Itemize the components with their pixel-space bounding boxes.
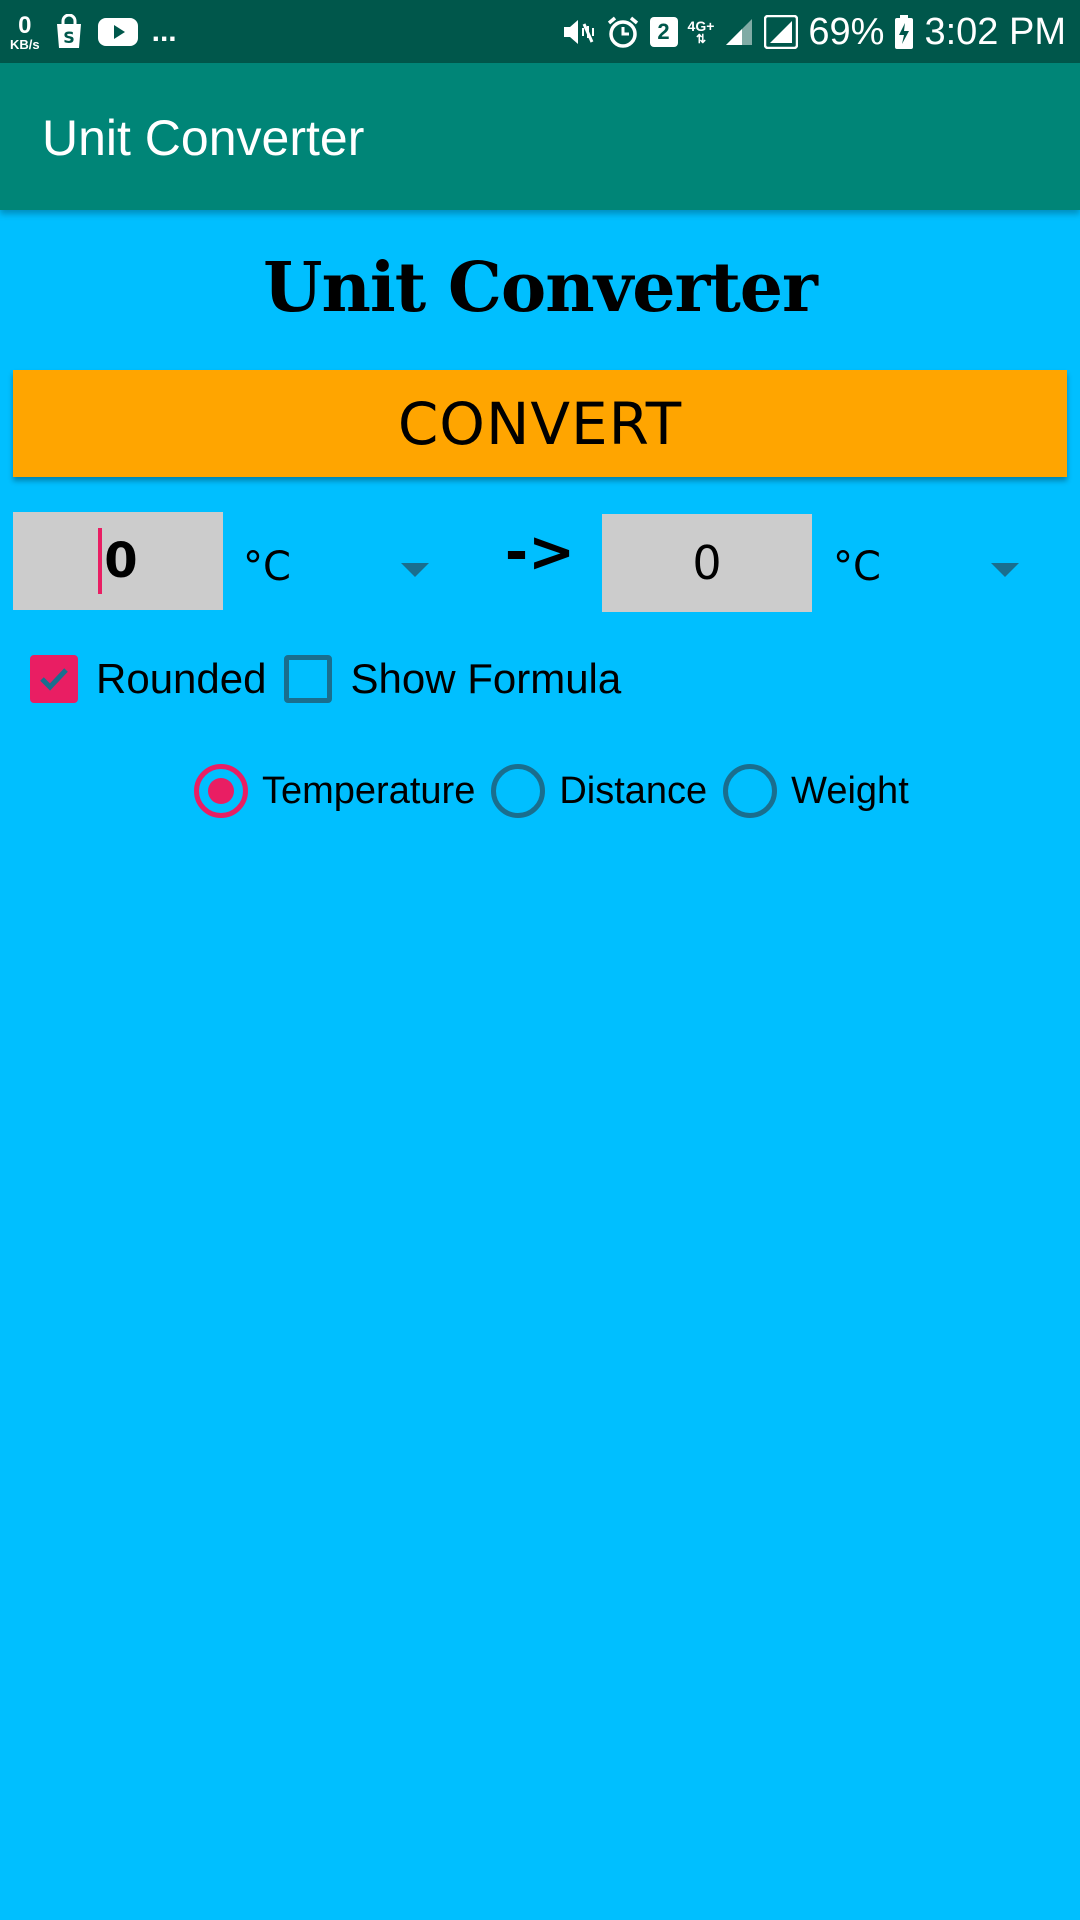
network-type: 4G+ ⇅ bbox=[688, 19, 715, 45]
check-icon bbox=[40, 668, 68, 691]
network-type-label: 4G+ bbox=[687, 18, 715, 34]
from-value-input[interactable]: 0 bbox=[13, 512, 223, 610]
show-formula-label[interactable]: Show Formula bbox=[350, 655, 621, 703]
to-value-text: 0 bbox=[692, 536, 722, 590]
text-cursor bbox=[98, 528, 103, 594]
clock: 3:02 PM bbox=[924, 10, 1066, 53]
alarm-icon bbox=[606, 15, 640, 49]
from-unit-dropdown[interactable]: °C bbox=[243, 518, 443, 616]
to-value-output: 0 bbox=[602, 514, 812, 612]
from-unit-label: °C bbox=[243, 544, 291, 590]
distance-radio[interactable] bbox=[491, 764, 546, 818]
show-formula-checkbox[interactable] bbox=[284, 655, 333, 703]
weight-label[interactable]: Weight bbox=[791, 770, 909, 813]
rounded-checkbox[interactable] bbox=[30, 655, 78, 703]
arrow-label: -> bbox=[504, 520, 576, 585]
distance-label[interactable]: Distance bbox=[559, 770, 707, 813]
temperature-radio[interactable] bbox=[194, 764, 248, 818]
signal-icon bbox=[724, 17, 754, 47]
battery-percent: 69% bbox=[808, 10, 885, 53]
chevron-down-icon bbox=[991, 563, 1019, 577]
weight-radio[interactable] bbox=[723, 764, 778, 818]
app-bar-title: Unit Converter bbox=[42, 110, 365, 166]
sim-slot-badge: 2 bbox=[649, 17, 678, 47]
data-arrows-icon: ⇅ bbox=[695, 32, 706, 46]
network-speed: 0 KB/s bbox=[10, 11, 40, 52]
app-bar: Unit Converter bbox=[0, 63, 1080, 210]
battery-charging-icon bbox=[894, 15, 914, 49]
rounded-label[interactable]: Rounded bbox=[96, 655, 266, 703]
shopping-bag-icon: S bbox=[54, 14, 84, 50]
svg-text:S: S bbox=[63, 28, 75, 47]
mute-vibrate-icon bbox=[560, 16, 596, 48]
status-bar-left: 0 KB/s S ... bbox=[10, 8, 177, 56]
temperature-label[interactable]: Temperature bbox=[262, 770, 475, 813]
chevron-down-icon bbox=[401, 563, 429, 577]
from-value-text: 0 bbox=[104, 533, 138, 589]
page-title: Unit Converter bbox=[263, 248, 818, 328]
network-speed-value: 0 bbox=[18, 11, 32, 39]
network-speed-unit: KB/s bbox=[10, 36, 40, 52]
status-bar-right: 2 4G+ ⇅ 69% 3:02 PM bbox=[560, 8, 1066, 56]
category-radio-group: Temperature Distance Weight bbox=[194, 764, 925, 818]
status-bar: 0 KB/s S ... 2 4G+ ⇅ 69% 3:02 PM bbox=[0, 0, 1080, 63]
to-unit-label: °C bbox=[833, 544, 881, 590]
signal-icon-2 bbox=[764, 15, 799, 49]
youtube-icon bbox=[97, 18, 138, 46]
convert-button[interactable]: CONVERT bbox=[13, 370, 1067, 477]
radio-selected-dot bbox=[208, 778, 234, 804]
options-row: Rounded Show Formula bbox=[30, 655, 639, 703]
to-unit-dropdown[interactable]: °C bbox=[833, 518, 1033, 616]
more-notifications: ... bbox=[151, 15, 177, 48]
